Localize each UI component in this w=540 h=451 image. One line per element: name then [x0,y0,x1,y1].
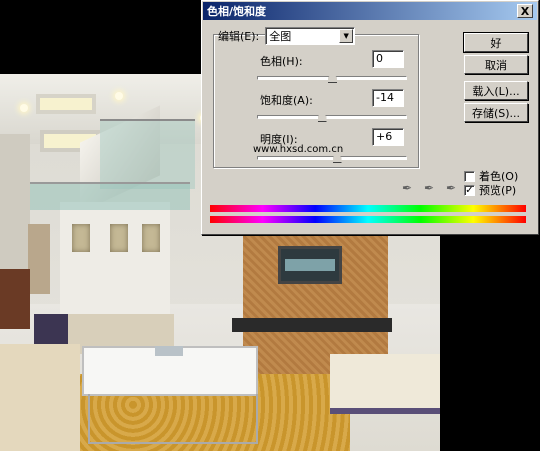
saturation-label: 饱和度(A): [260,94,313,107]
stone-column [28,224,50,294]
coffee-table-frame [88,394,258,444]
television [278,246,342,284]
edit-row: 编辑(E): 全图 ▼ [218,27,356,45]
preview-checkbox[interactable]: ✓ 预览(P) [464,182,516,198]
glass-balustrade [30,182,190,210]
cups [155,346,183,356]
saturation-slider-track[interactable] [257,115,407,119]
ceiling-light [20,104,28,112]
hue-saturation-dialog: 色相/饱和度 X 编辑(E): 全图 ▼ 色相(H): 0 饱和度(A): -1… [201,0,539,235]
edit-select-value: 全图 [269,30,292,43]
ottoman [330,354,440,414]
sofa [0,344,80,451]
dialog-titlebar[interactable]: 色相/饱和度 X [203,2,537,20]
eyedropper-minus-icon[interactable]: ✒ [444,181,458,195]
wall-niche [142,224,160,252]
cancel-button[interactable]: 取消 [464,55,528,74]
saturation-input[interactable]: -14 [372,89,404,107]
eyedropper-plus-icon[interactable]: ✒ [422,181,436,195]
adjusted-color-bar [210,216,526,223]
chevron-down-icon[interactable]: ▼ [339,29,354,43]
input-color-bar [210,205,526,212]
tv-console [232,318,392,332]
eyedropper-icon[interactable]: ✒ [400,181,414,195]
lightness-slider-track[interactable] [257,156,407,160]
edit-select[interactable]: 全图 ▼ [265,27,356,45]
ceiling-light [115,92,123,100]
glass-railing [100,119,195,189]
hue-input[interactable]: 0 [372,50,404,68]
preview-box[interactable]: ✓ [464,184,475,196]
wooden-shelf [0,269,30,329]
ok-button[interactable]: 好 [463,32,529,53]
colorize-box[interactable] [464,170,475,182]
hue-label: 色相(H): [260,55,303,68]
wall-niche [72,224,90,252]
wall-niche [110,224,128,252]
ceiling-coffer [36,94,96,114]
edit-label: 编辑(E): [218,30,260,43]
save-button[interactable]: 存储(S)... [464,103,528,122]
load-button[interactable]: 载入(L)... [464,81,528,100]
preview-label: 预览(P) [479,184,517,197]
dialog-title: 色相/饱和度 [207,5,267,18]
watermark-text: www.hxsd.com.cn [253,144,344,155]
lightness-input[interactable]: +6 [372,128,404,146]
close-button[interactable]: X [517,4,533,18]
